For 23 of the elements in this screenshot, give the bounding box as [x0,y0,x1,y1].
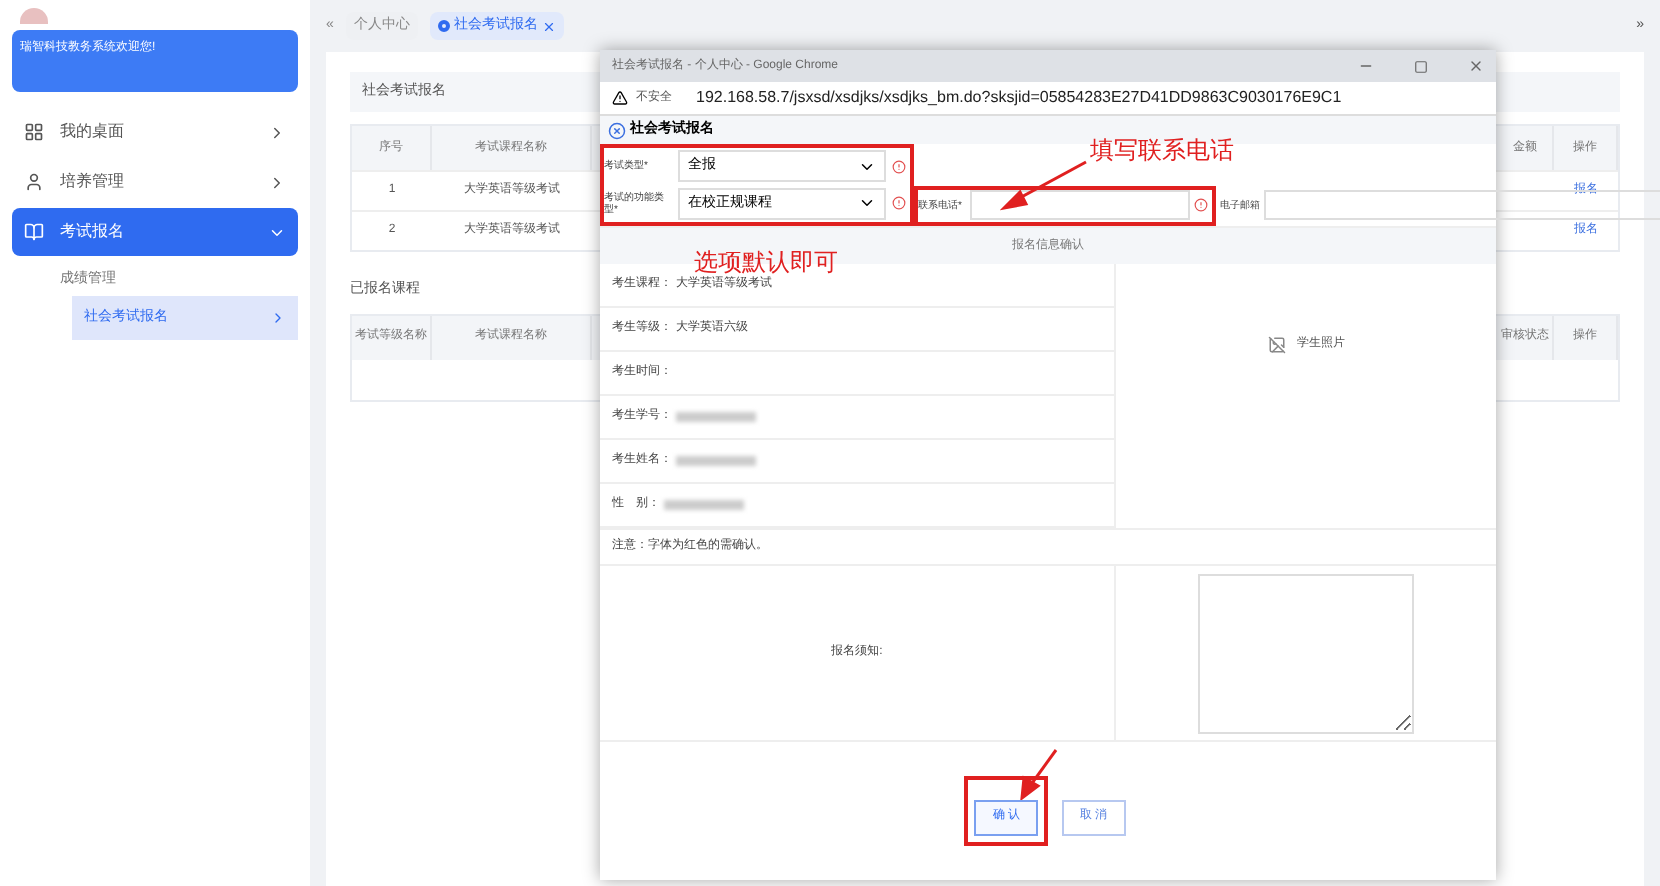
close-icon[interactable] [541,19,556,33]
required-icon [1194,198,1208,213]
phone-input-field[interactable] [970,190,1190,221]
required-icon [892,196,906,211]
email-input-field[interactable] [1264,190,1660,221]
close-icon[interactable] [1468,58,1484,74]
menu-icon [24,222,44,242]
chevron-icon [268,173,286,191]
address-bar[interactable]: 192.168.58.7/jsxsd/xsdjks/xsdjks_bm.do?sksjid=05854283E27D41DD9863C9030176E9C1 [696,86,1342,110]
maximize-icon[interactable] [1414,59,1428,73]
menu-icon [24,172,44,192]
annotation-text: 选项默认即可 [694,246,838,276]
menu-icon [24,122,44,142]
chevron-icon [268,123,286,141]
required-icon [892,159,906,174]
menu-item[interactable]: 培养管理 [12,158,298,206]
warning-icon [612,90,628,106]
menu-item[interactable]: 我的桌面 [12,108,298,156]
menu-item[interactable]: 考试报名 [12,208,298,256]
annotation-text: 填写联系电话 [1090,134,1234,168]
broken-image-icon [1267,336,1285,354]
close-icon[interactable] [608,121,626,139]
logo-icon [20,8,48,24]
